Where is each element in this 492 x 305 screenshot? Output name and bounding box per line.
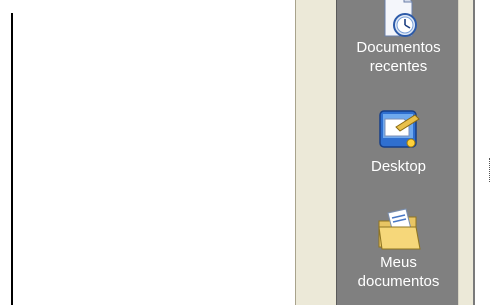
file-list-area[interactable]: [0, 0, 295, 305]
places-item-desktop[interactable]: Desktop: [337, 107, 460, 176]
places-bar: Documentos recentes Desktop Meus documen…: [336, 0, 459, 305]
my-documents-icon: [377, 208, 421, 250]
desktop-icon: [378, 110, 420, 148]
places-item-label: Desktop: [370, 158, 427, 175]
selection-marker: [489, 158, 490, 182]
places-item-my-documents[interactable]: Meus documentos: [337, 207, 460, 291]
places-item-label: Meus documentos: [357, 254, 440, 290]
places-item-label: Documentos recentes: [356, 39, 441, 75]
dialog-frame: Documentos recentes Desktop Meus documen…: [295, 0, 473, 305]
dialog-frame-edge: [459, 0, 473, 305]
recent-documents-icon: [384, 0, 417, 37]
vertical-divider: [11, 13, 13, 305]
file-pane[interactable]: [475, 0, 492, 305]
places-item-recent-documents[interactable]: Documentos recentes: [337, 0, 460, 76]
